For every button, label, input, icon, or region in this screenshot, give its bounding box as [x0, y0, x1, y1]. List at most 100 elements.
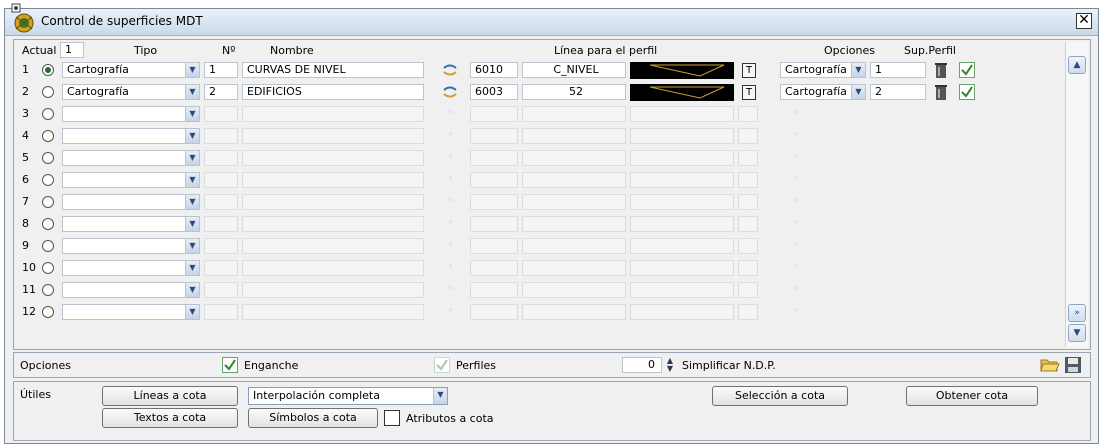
num-input[interactable]: [204, 194, 238, 210]
tipo-select[interactable]: Cartografía ▼: [62, 84, 200, 100]
chevron-down-icon[interactable]: ▼: [851, 85, 865, 99]
line-style-preview[interactable]: [630, 150, 734, 166]
nombre-input[interactable]: CURVAS DE NIVEL: [242, 62, 424, 78]
num-input[interactable]: [204, 238, 238, 254]
vertical-scrollbar[interactable]: ▲ » ▼: [1065, 42, 1088, 347]
trash-icon[interactable]: [934, 62, 948, 79]
text-style-button[interactable]: [738, 150, 758, 166]
nombre-input[interactable]: [242, 128, 424, 144]
tipo-select[interactable]: ▼: [62, 128, 200, 144]
line-style-preview[interactable]: [630, 238, 734, 254]
code-input[interactable]: [470, 304, 518, 320]
num-input[interactable]: [204, 260, 238, 276]
code-input[interactable]: [470, 150, 518, 166]
num-input[interactable]: [204, 106, 238, 122]
refresh-arrows-icon[interactable]: [442, 63, 458, 77]
lineas-a-cota-button[interactable]: Líneas a cota: [102, 386, 238, 406]
actual-input[interactable]: 1: [60, 42, 84, 58]
scroll-page-down-button[interactable]: »: [1068, 304, 1086, 322]
textos-a-cota-button[interactable]: Textos a cota: [102, 408, 238, 428]
chevron-down-icon[interactable]: ▼: [185, 107, 199, 121]
enganche-checkbox[interactable]: [222, 357, 238, 373]
layer-input[interactable]: [522, 260, 626, 276]
line-style-preview[interactable]: [630, 84, 734, 101]
row-select-radio[interactable]: [42, 196, 54, 208]
row-select-radio[interactable]: [42, 108, 54, 120]
text-style-button[interactable]: [738, 194, 758, 210]
chevron-down-icon[interactable]: ▼: [185, 151, 199, 165]
layer-input[interactable]: [522, 128, 626, 144]
code-input[interactable]: [470, 282, 518, 298]
tipo-select[interactable]: ▼: [62, 304, 200, 320]
tipo-select[interactable]: ▼: [62, 238, 200, 254]
line-style-preview[interactable]: [630, 128, 734, 144]
line-style-preview[interactable]: [630, 260, 734, 276]
row-select-radio[interactable]: [42, 64, 54, 76]
text-style-button[interactable]: [738, 216, 758, 232]
num-input[interactable]: [204, 172, 238, 188]
line-style-preview[interactable]: [630, 282, 734, 298]
chevron-down-icon[interactable]: ▼: [185, 239, 199, 253]
tipo-select[interactable]: ▼: [62, 260, 200, 276]
chevron-down-icon[interactable]: ▼: [185, 217, 199, 231]
text-style-button[interactable]: [738, 128, 758, 144]
code-input[interactable]: [470, 194, 518, 210]
simplificar-spinner[interactable]: ▲ ▼: [664, 357, 676, 373]
row-enabled-checkbox[interactable]: [959, 62, 975, 78]
row-select-radio[interactable]: [42, 284, 54, 296]
interpolacion-select[interactable]: Interpolación completa ▼: [248, 387, 448, 405]
chevron-down-icon[interactable]: ▼: [185, 283, 199, 297]
chevron-down-icon[interactable]: ▼: [185, 129, 199, 143]
text-style-button[interactable]: T: [742, 63, 756, 78]
tipo-select[interactable]: ▼: [62, 150, 200, 166]
simplificar-input[interactable]: 0: [622, 357, 662, 373]
row-enabled-checkbox[interactable]: [959, 84, 975, 100]
num-input[interactable]: [204, 216, 238, 232]
layer-input[interactable]: [522, 150, 626, 166]
simbolos-a-cota-button[interactable]: Símbolos a cota: [248, 408, 378, 428]
chevron-down-icon[interactable]: ▼: [185, 63, 199, 77]
chevron-down-icon[interactable]: ▼: [433, 388, 447, 404]
sup-perfil-input[interactable]: 2: [870, 84, 926, 100]
row-select-radio[interactable]: [42, 262, 54, 274]
nombre-input[interactable]: [242, 150, 424, 166]
text-style-button[interactable]: [738, 106, 758, 122]
tipo-select[interactable]: ▼: [62, 216, 200, 232]
row-select-radio[interactable]: [42, 240, 54, 252]
layer-input[interactable]: [522, 106, 626, 122]
sup-perfil-input[interactable]: 1: [870, 62, 926, 78]
chevron-down-icon[interactable]: ▼: [185, 173, 199, 187]
nombre-input[interactable]: [242, 216, 424, 232]
num-input[interactable]: [204, 150, 238, 166]
refresh-arrows-icon[interactable]: [442, 85, 458, 99]
code-input[interactable]: [470, 172, 518, 188]
layer-input[interactable]: [522, 194, 626, 210]
layer-input[interactable]: [522, 282, 626, 298]
tipo-select[interactable]: ▼: [62, 172, 200, 188]
num-input[interactable]: [204, 304, 238, 320]
open-folder-icon[interactable]: [1040, 357, 1060, 373]
code-input[interactable]: 6003: [470, 84, 518, 100]
text-style-button[interactable]: [738, 238, 758, 254]
tipo-select[interactable]: ▼: [62, 194, 200, 210]
row-select-radio[interactable]: [42, 174, 54, 186]
chevron-down-icon[interactable]: ▼: [185, 85, 199, 99]
line-style-preview[interactable]: [630, 106, 734, 122]
layer-input[interactable]: C_NIVEL: [522, 62, 626, 78]
text-style-button[interactable]: T: [742, 85, 756, 100]
scroll-down-button[interactable]: ▼: [1068, 324, 1086, 342]
opcion-select[interactable]: Cartografía ▼: [780, 62, 866, 78]
line-style-preview[interactable]: [630, 216, 734, 232]
num-input[interactable]: 1: [204, 62, 238, 78]
layer-input[interactable]: [522, 172, 626, 188]
code-input[interactable]: [470, 106, 518, 122]
num-input[interactable]: 2: [204, 84, 238, 100]
row-select-radio[interactable]: [42, 218, 54, 230]
text-style-button[interactable]: [738, 260, 758, 276]
code-input[interactable]: [470, 128, 518, 144]
line-style-preview[interactable]: [630, 304, 734, 320]
text-style-button[interactable]: [738, 282, 758, 298]
nombre-input[interactable]: [242, 238, 424, 254]
code-input[interactable]: 6010: [470, 62, 518, 78]
layer-input[interactable]: [522, 304, 626, 320]
